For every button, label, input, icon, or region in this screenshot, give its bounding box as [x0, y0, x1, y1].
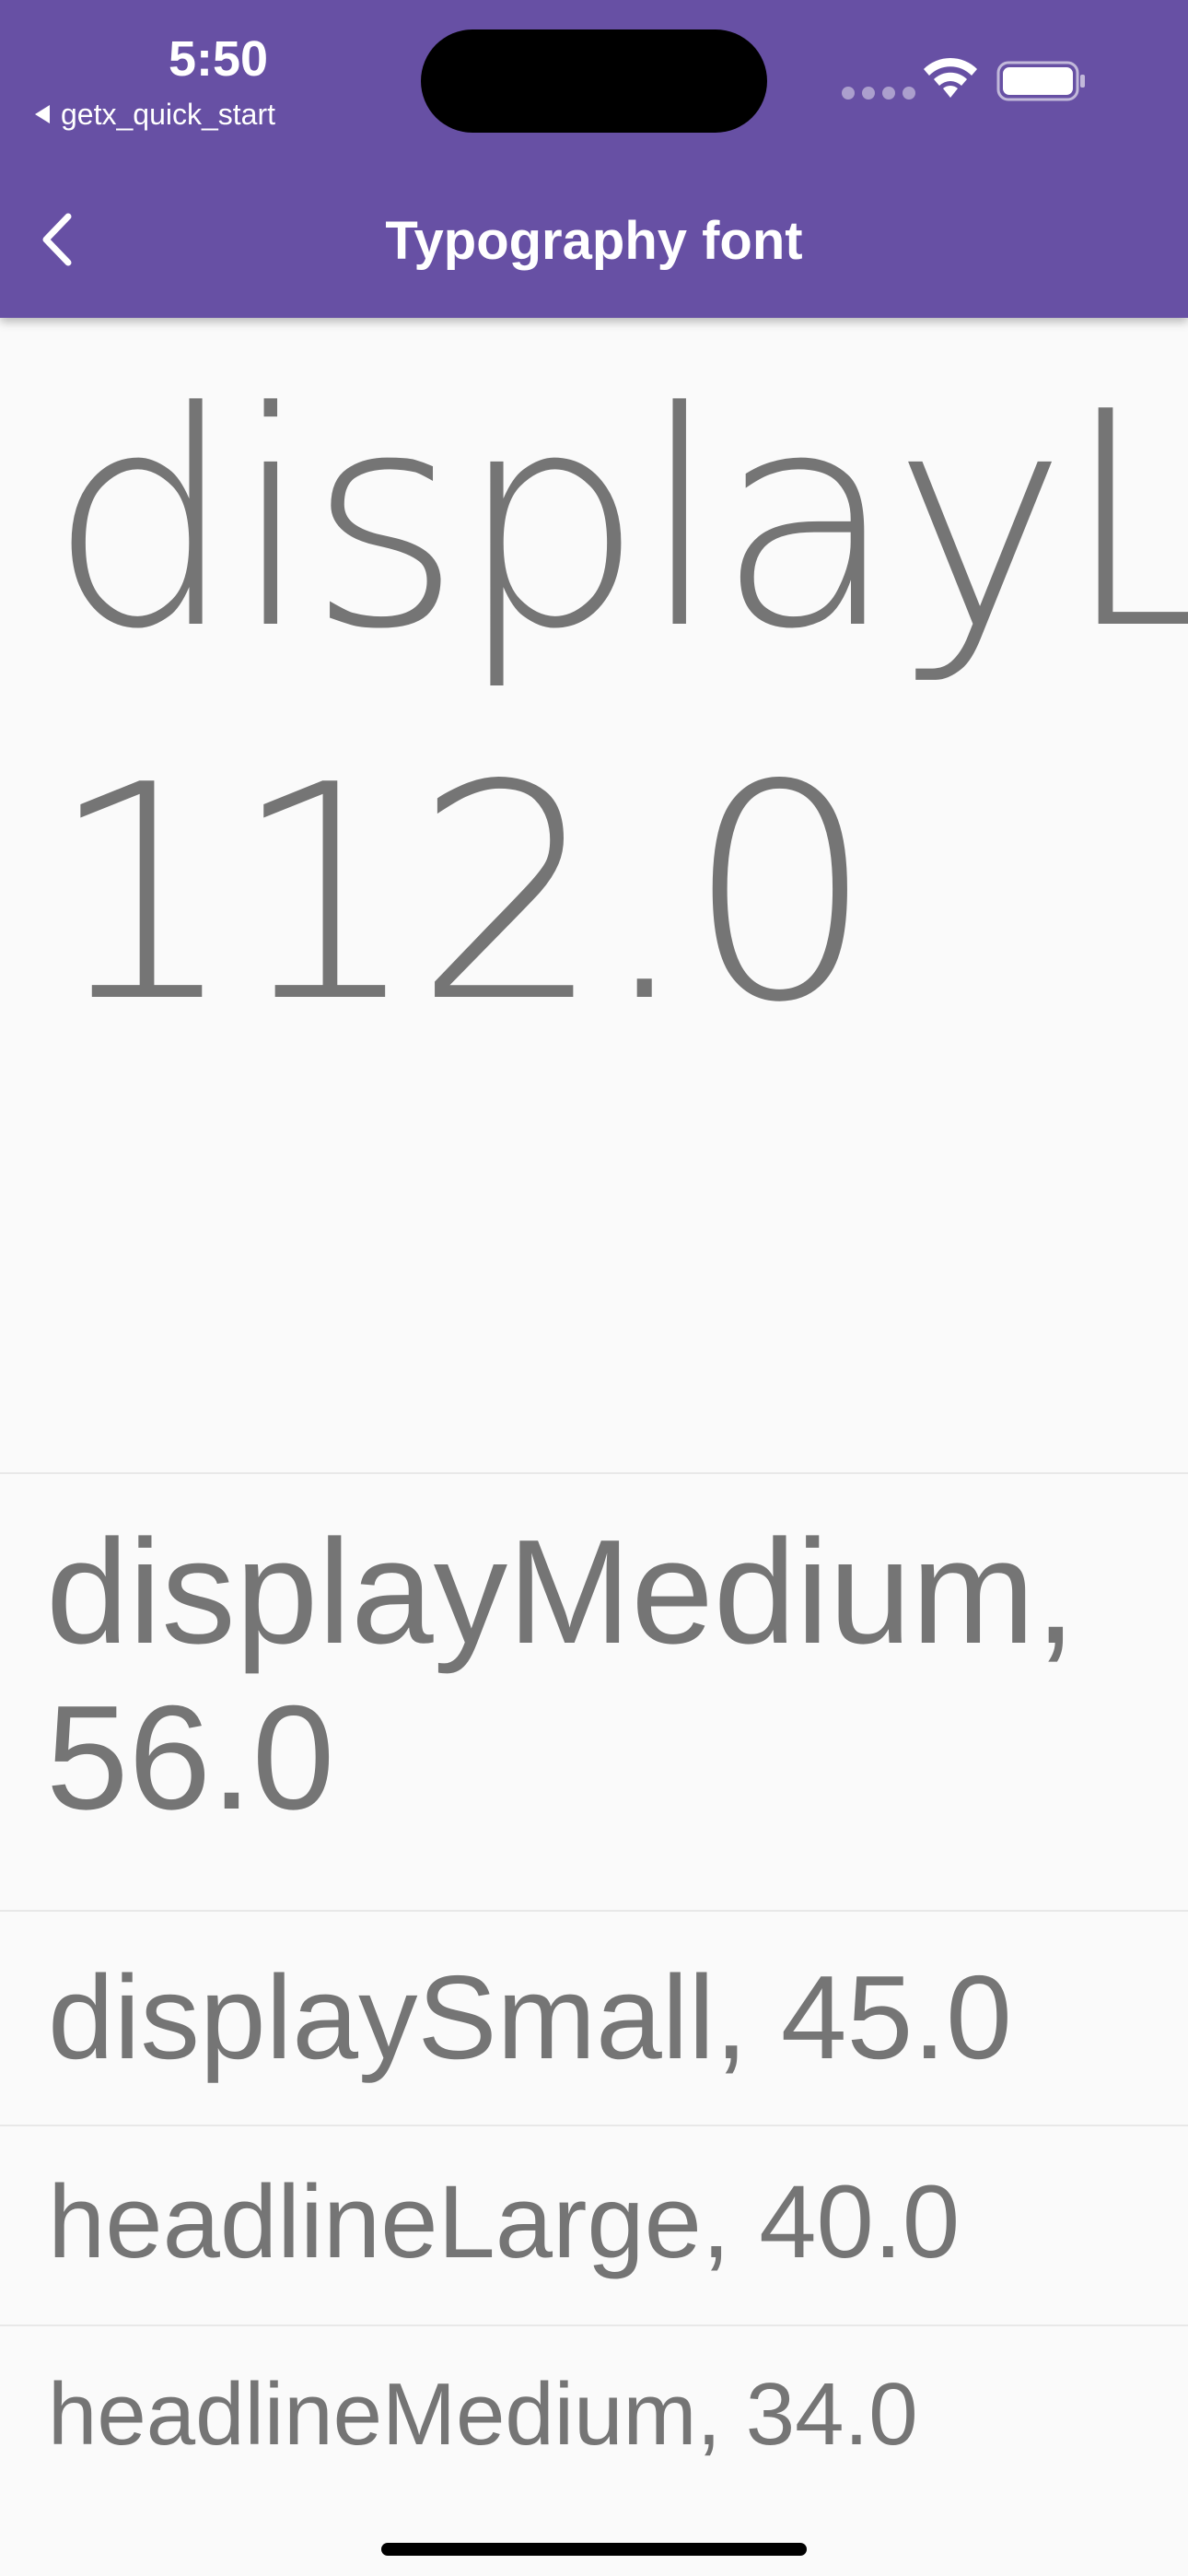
typography-list: displayLarge, 112.0 displayMedium, 56.0 … [0, 318, 1188, 2566]
wifi-icon [924, 57, 977, 98]
list-item-headline-large: headlineLarge, 40.0 [0, 2126, 1188, 2326]
back-to-app-link[interactable]: getx_quick_start [35, 96, 275, 133]
list-item-display-large: displayLarge, 112.0 [0, 318, 1188, 1474]
signal-icon [842, 87, 915, 100]
dynamic-island [421, 29, 767, 133]
list-item-display-small: displaySmall, 45.0 [0, 1912, 1188, 2126]
battery-icon [996, 61, 1085, 101]
home-indicator[interactable] [381, 2543, 807, 2556]
status-time: 5:50 [169, 31, 269, 87]
list-item-display-medium: displayMedium, 56.0 [0, 1474, 1188, 1912]
back-app-label: getx_quick_start [61, 98, 276, 131]
page-title: Typography font [385, 211, 803, 271]
list-item-headline-medium: headlineMedium, 34.0 [48, 2365, 918, 2464]
back-triangle-icon [35, 105, 50, 123]
app-header: 5:50 getx_quick_start Typography font [0, 0, 1188, 318]
